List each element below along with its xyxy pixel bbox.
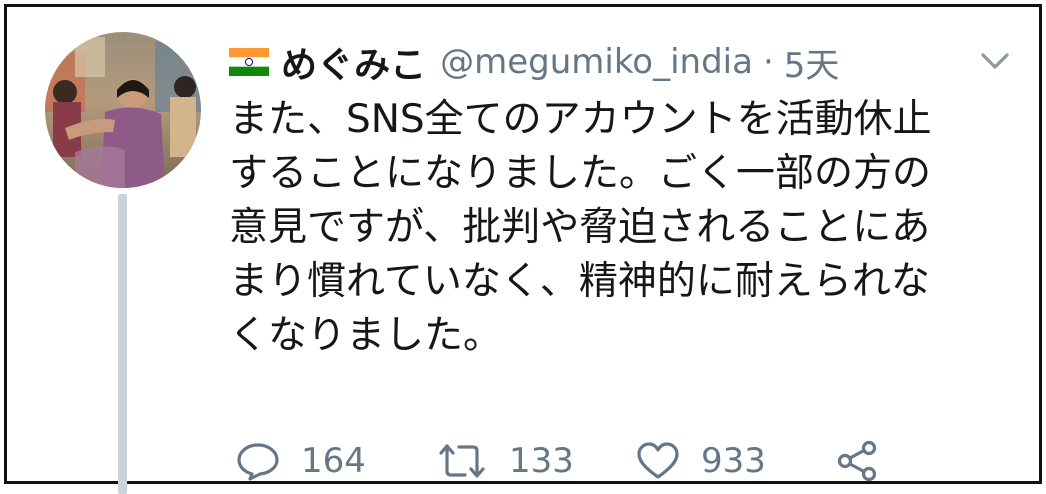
tweet-card: めぐみこ @megumiko_india · 5天 また、SNS全てのアカウント…: [4, 4, 1042, 494]
reply-button[interactable]: 164: [235, 441, 435, 481]
tweet-text-line: くなりました。: [229, 313, 503, 358]
reply-icon: [237, 443, 279, 481]
avatar-photo: [45, 32, 201, 188]
like-count: 933: [701, 441, 766, 481]
tweet-header: めぐみこ @megumiko_india · 5天: [229, 35, 839, 89]
timestamp[interactable]: 5天: [784, 38, 840, 87]
heart-icon: [637, 442, 679, 479]
separator-dot: ·: [762, 42, 774, 82]
user-handle[interactable]: @megumiko_india: [440, 42, 753, 82]
tweet-text: また、SNS全てのアカウントを活動休止 することになりました。ごく一部の方の 意…: [229, 93, 1009, 363]
india-flag-icon: [229, 42, 273, 82]
display-name[interactable]: めぐみこ: [281, 36, 426, 88]
chevron-down-icon[interactable]: [975, 47, 1015, 75]
tweet-actions: 164 133 933: [235, 435, 881, 487]
avatar[interactable]: [45, 32, 201, 188]
retweet-button[interactable]: 133: [435, 441, 635, 481]
retweet-icon: [439, 444, 485, 478]
thread-line: [118, 194, 127, 494]
reply-count: 164: [301, 441, 366, 481]
retweet-count: 133: [509, 441, 574, 481]
share-icon: [837, 440, 877, 482]
tweet-text-line: 意見ですが、批判や脅迫されることにあ: [229, 205, 931, 250]
tweet-text-line: まり慣れていなく、精神的に耐えられな: [229, 259, 930, 304]
share-button[interactable]: [835, 440, 881, 482]
tweet-text-line: また、SNS全てのアカウントを活動休止: [229, 97, 932, 142]
like-button[interactable]: 933: [635, 441, 835, 481]
tweet-text-line: することになりました。ごく一部の方の: [229, 151, 932, 196]
